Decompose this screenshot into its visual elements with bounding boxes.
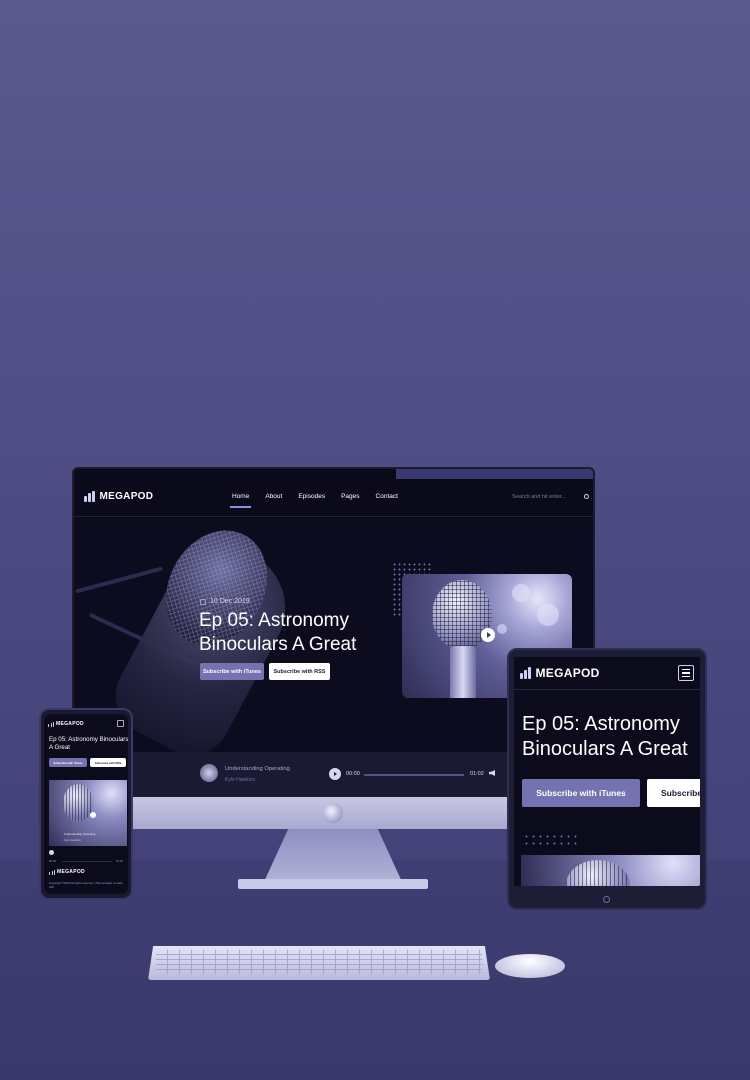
player-track-title: Understanding Operating [225,766,290,772]
search-box[interactable]: Search and hit enter... [512,494,589,500]
mic-stand-arm [75,566,163,594]
player-duration: 01:02 [470,771,484,777]
nav-item-episodes[interactable]: Episodes [298,493,325,500]
phone-screen: MEGAPOD Ep 05: Astronomy Binoculars A Gr… [44,714,128,894]
computer-logo-icon [323,803,343,823]
nav-item-about[interactable]: About [265,493,282,500]
player-current-time: 00:00 [346,771,360,777]
episode-date: 10 Dec 2019 [200,598,250,605]
player-track-author: Kyle Hawkins [225,777,256,783]
nav-item-contact[interactable]: Contact [376,493,398,500]
search-icon[interactable] [584,494,589,499]
player-play-icon[interactable] [329,768,341,780]
imac-stand-neck [263,829,403,884]
desktop-site-header: MEGAPOD Home About Episodes Pages Contac… [74,477,593,517]
host-avatar [200,764,218,782]
logo-bars-icon [49,869,55,875]
phone-subscribe-rss-button[interactable]: Subscribe with RSS [90,758,126,767]
phone-logo[interactable]: MEGAPOD [48,721,84,727]
subscribe-itunes-button[interactable]: Subscribe with iTunes [200,663,264,680]
logo-text: MEGAPOD [535,666,600,680]
phone-duration: 01:02 [116,859,123,863]
tablet-site-header: MEGAPOD [514,657,700,690]
keyboard-keys [156,950,482,974]
subscribe-rss-button[interactable]: Subscribe with RSS [269,663,330,680]
imac-stand-foot [238,879,428,889]
logo-text: MEGAPOD [57,869,85,875]
volume-icon[interactable] [489,770,495,776]
search-input[interactable]: Search and hit enter... [512,494,566,500]
vintage-mic-image [566,860,630,886]
calendar-icon [200,598,206,605]
tablet-mockup: MEGAPOD Ep 05: Astronomy Binoculars A Gr… [507,648,707,910]
player-progress-bar[interactable] [364,774,464,776]
phone-player-play-icon[interactable] [49,850,54,855]
play-icon[interactable] [90,812,96,818]
phone-cover-image: Understanding Operating Kyle Hawkins [49,780,127,846]
nav-item-home[interactable]: Home [229,493,252,508]
tablet-screen: MEGAPOD Ep 05: Astronomy Binoculars A Gr… [514,657,700,886]
phone-player-author: Kyle Hawkins [64,838,81,842]
phone-footer-logo: MEGAPOD [49,869,85,875]
logo-bars-icon [84,491,95,502]
phone-episode-title: Ep 05: Astronomy Binoculars A Great [49,736,128,751]
phone-subscribe-itunes-button[interactable]: Subscribe with iTunes [49,758,87,767]
tablet-subscribe-itunes-button[interactable]: Subscribe with iTunes [522,779,640,807]
phone-site-header: MEGAPOD [48,719,124,729]
hamburger-menu-icon[interactable] [678,665,694,681]
tablet-episode-title: Ep 05: Astronomy Binoculars A Great [522,713,688,760]
tablet-logo[interactable]: MEGAPOD [520,666,600,680]
hamburger-menu-icon[interactable] [117,720,124,727]
mouse-image [495,954,565,978]
tablet-cover-image [521,855,700,886]
episode-title: Ep 05: Astronomy Binoculars A Great [199,610,357,655]
logo-bars-icon [520,667,531,679]
phone-current-time: 00:00 [49,859,56,863]
tablet-subscribe-rss-button[interactable]: Subscribe w [647,779,700,807]
episode-date-text: 10 Dec 2019 [210,598,250,605]
phone-progress-bar[interactable] [62,861,112,862]
decorative-dot-grid [523,833,579,847]
desktop-nav: Home About Episodes Pages Contact [229,493,398,508]
nav-item-pages[interactable]: Pages [341,493,359,500]
vintage-mic-body [450,646,476,698]
keyboard-image [148,946,490,980]
logo-text: MEGAPOD [99,491,154,502]
tablet-home-button[interactable] [603,896,610,903]
phone-mockup: MEGAPOD Ep 05: Astronomy Binoculars A Gr… [39,708,133,900]
logo-text: MEGAPOD [56,721,84,727]
phone-player-title: Understanding Operating [64,832,96,836]
play-icon[interactable] [481,628,495,642]
phone-copyright-text: Copyright ©2019 All rights reserved | Th… [49,881,123,889]
desktop-logo[interactable]: MEGAPOD [84,491,153,502]
logo-bars-icon [48,721,54,727]
vintage-mic-image [63,784,93,822]
